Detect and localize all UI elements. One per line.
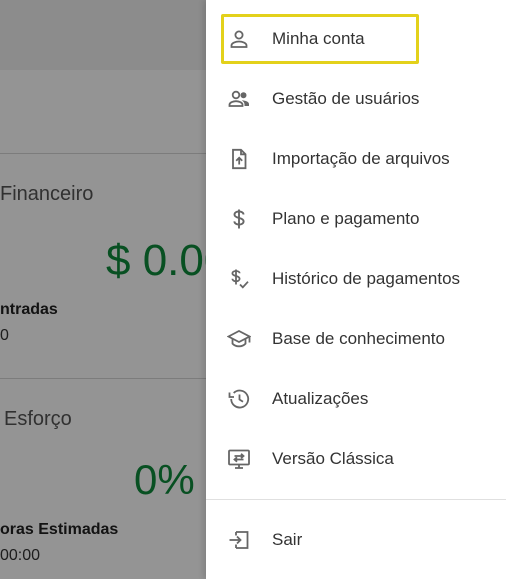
menu-item-label: Atualizações: [272, 389, 369, 408]
menu-item-label: Gestão de usuários: [272, 89, 420, 108]
dollar-check-icon: [226, 266, 252, 292]
history-icon: [226, 386, 252, 412]
menu-item-label: Plano e pagamento: [272, 209, 420, 228]
menu-item-label: Versão Clássica: [272, 449, 394, 468]
logout-label: Sair: [272, 530, 303, 549]
menu-divider: [206, 499, 506, 500]
menu-item-plano-pagamento[interactable]: Plano e pagamento: [206, 191, 506, 247]
menu-item-importacao-arquivos[interactable]: Importação de arquivos: [206, 131, 506, 187]
user-menu-drawer: Minha conta Gestão de usuários Importaçã…: [206, 0, 506, 579]
dollar-icon: [226, 206, 252, 232]
menu-item-label: Base de conhecimento: [272, 329, 445, 348]
graduation-cap-icon: [226, 326, 252, 352]
person-icon: [226, 26, 252, 52]
menu-item-historico-pagamentos[interactable]: Histórico de pagamentos: [206, 251, 506, 307]
app-page: Financeiro $ 0.00 ntradas 0 Esforço 0% o…: [0, 0, 506, 579]
monitor-switch-icon: [226, 446, 252, 472]
menu-item-minha-conta[interactable]: Minha conta: [206, 11, 506, 67]
menu-item-base-conhecimento[interactable]: Base de conhecimento: [206, 311, 506, 367]
people-icon: [226, 86, 252, 112]
logout-icon: [226, 527, 252, 553]
menu-item-atualizacoes[interactable]: Atualizações: [206, 371, 506, 427]
menu-item-sair[interactable]: Sair: [206, 512, 506, 568]
menu-item-label: Importação de arquivos: [272, 149, 450, 168]
menu-item-versao-classica[interactable]: Versão Clássica: [206, 431, 506, 487]
menu-item-gestao-usuarios[interactable]: Gestão de usuários: [206, 71, 506, 127]
menu-item-label: Histórico de pagamentos: [272, 269, 461, 288]
menu-item-label: Minha conta: [272, 29, 365, 48]
file-upload-icon: [226, 146, 252, 172]
